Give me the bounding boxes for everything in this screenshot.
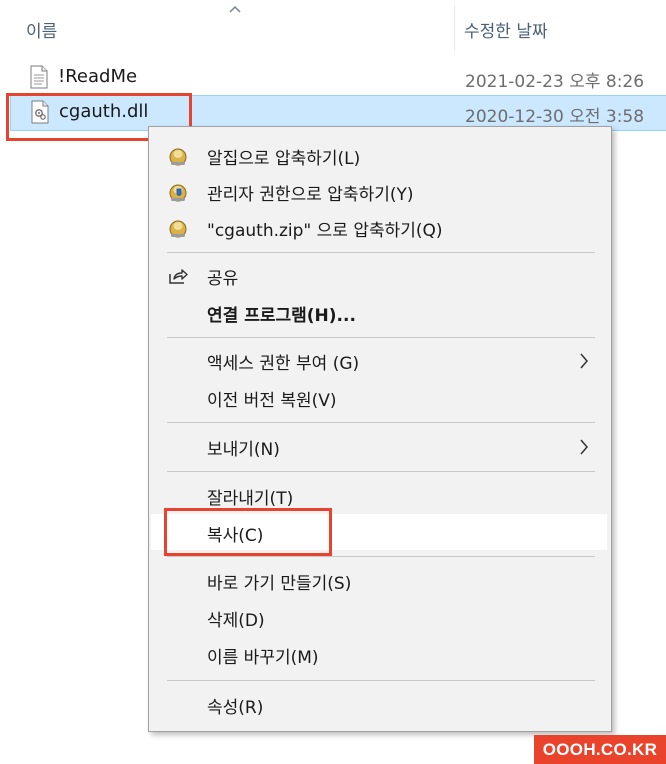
file-name: !ReadMe <box>58 66 138 87</box>
column-header-name[interactable]: 이름 <box>26 17 57 42</box>
menu-item-alzip-admin-compress[interactable]: 관리자 권한으로 압축하기(Y) <box>149 173 611 209</box>
menu-separator <box>167 471 595 472</box>
column-divider[interactable] <box>454 6 455 50</box>
menu-separator <box>167 556 595 557</box>
share-icon <box>169 269 188 284</box>
text-file-icon <box>30 65 48 89</box>
alzip-icon <box>169 148 187 166</box>
menu-item-copy[interactable]: 복사(C) <box>151 514 607 550</box>
menu-separator <box>167 252 595 253</box>
menu-item-grant-access[interactable]: 액세스 권한 부여 (G) <box>149 342 611 378</box>
dll-file-icon <box>31 100 49 124</box>
menu-separator <box>167 680 595 681</box>
column-header-bar: 이름 수정한 날짜 <box>0 0 666 52</box>
menu-item-label: 관리자 권한으로 압축하기(Y) <box>207 185 414 205</box>
menu-item-label: 바로 가기 만들기(S) <box>207 574 352 594</box>
context-menu: 알집으로 압축하기(L) 관리자 권한으로 압축하기(Y) "cgauth.zi… <box>148 126 612 732</box>
file-name: cgauth.dll <box>59 101 149 122</box>
menu-item-compress-to-zip[interactable]: "cgauth.zip" 으로 압축하기(Q) <box>149 209 611 245</box>
menu-item-label: 속성(R) <box>207 698 264 718</box>
menu-item-label: 액세스 권한 부여 (G) <box>207 354 360 374</box>
menu-item-label: 복사(C) <box>207 526 264 546</box>
alzip-icon <box>169 220 187 238</box>
file-date-modified: 2021-02-23 오후 8:26 <box>465 72 645 92</box>
menu-item-label: 삭제(D) <box>207 611 265 631</box>
menu-item-properties[interactable]: 속성(R) <box>149 686 611 722</box>
chevron-right-icon <box>580 439 588 455</box>
menu-item-cut[interactable]: 잘라내기(T) <box>149 477 611 513</box>
menu-item-label: "cgauth.zip" 으로 압축하기(Q) <box>207 221 443 241</box>
menu-item-label: 연결 프로그램(H)... <box>207 306 356 326</box>
menu-item-label: 이름 바꾸기(M) <box>207 648 319 668</box>
menu-item-label: 이전 버전 복원(V) <box>207 391 337 411</box>
menu-item-share[interactable]: 공유 <box>149 257 611 293</box>
menu-item-open-with[interactable]: 연결 프로그램(H)... <box>149 294 611 330</box>
menu-item-label: 잘라내기(T) <box>207 489 294 509</box>
menu-separator <box>167 337 595 338</box>
menu-item-label: 보내기(N) <box>207 440 280 460</box>
chevron-right-icon <box>580 353 588 369</box>
file-date-modified: 2020-12-30 오전 3:58 <box>465 107 645 127</box>
menu-item-alzip-compress[interactable]: 알집으로 압축하기(L) <box>149 137 611 173</box>
menu-item-restore-previous-versions[interactable]: 이전 버전 복원(V) <box>149 379 611 415</box>
menu-item-label: 공유 <box>207 269 239 289</box>
menu-item-create-shortcut[interactable]: 바로 가기 만들기(S) <box>149 562 611 598</box>
menu-item-send-to[interactable]: 보내기(N) <box>149 428 611 464</box>
watermark: OOOH.CO.KR <box>534 735 666 764</box>
file-row-readme[interactable]: !ReadMe 2021-02-23 오후 8:26 <box>0 60 666 96</box>
menu-item-rename[interactable]: 이름 바꾸기(M) <box>149 636 611 672</box>
menu-separator <box>167 422 595 423</box>
menu-item-label: 알집으로 압축하기(L) <box>207 149 361 169</box>
alzip-admin-icon <box>169 184 187 202</box>
column-header-date-modified[interactable]: 수정한 날짜 <box>464 17 548 42</box>
sort-ascending-icon <box>229 5 241 13</box>
menu-item-delete[interactable]: 삭제(D) <box>149 599 611 635</box>
